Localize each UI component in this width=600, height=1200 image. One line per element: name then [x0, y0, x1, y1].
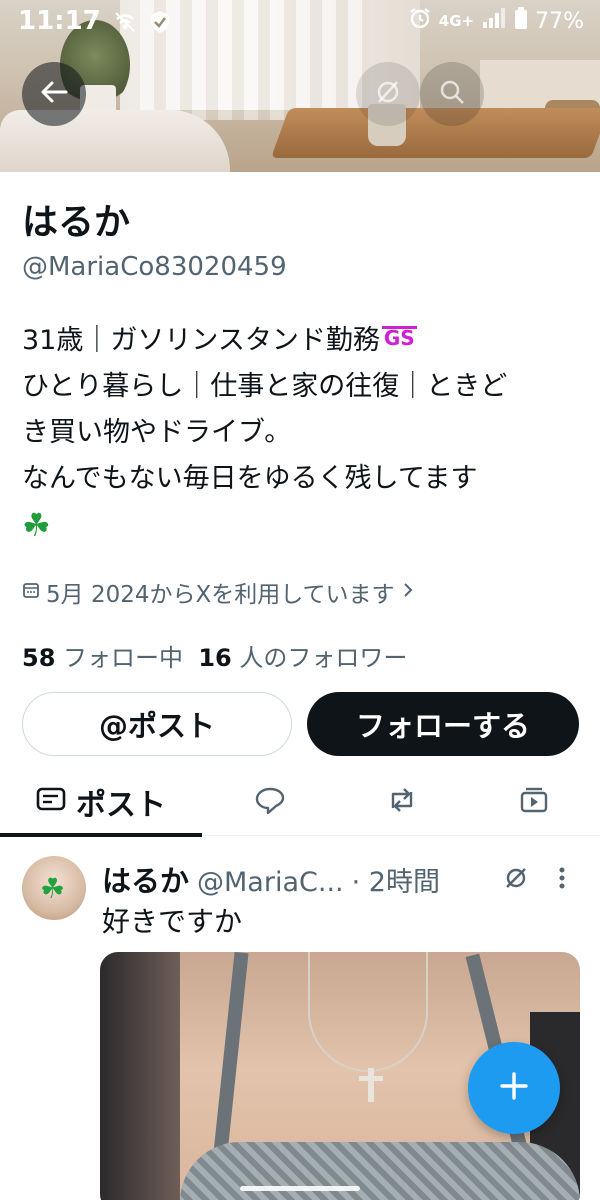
more-options-icon[interactable]	[556, 864, 568, 896]
grok-icon	[373, 77, 403, 111]
avatar-clover-icon: ☘	[40, 872, 66, 905]
tab-replies[interactable]	[230, 768, 310, 836]
status-right: 4G+ 77%	[408, 6, 584, 36]
battery-percent: 77%	[535, 8, 584, 34]
tweet-timestamp[interactable]: · 2時間	[352, 860, 440, 899]
media-icon	[519, 786, 549, 818]
calendar-icon	[22, 579, 40, 605]
mention-post-button[interactable]: @ポスト	[22, 692, 292, 756]
grok-button[interactable]	[356, 62, 420, 126]
profile-display-name: はるか	[22, 202, 131, 243]
followers-link[interactable]: 16 人のフォロワー	[198, 644, 407, 672]
clover-icon: ☘	[22, 506, 51, 544]
follow-stats: 58 フォロー中 16 人のフォロワー	[22, 638, 407, 673]
tweet-grok-icon[interactable]	[502, 864, 530, 896]
follow-button[interactable]: フォローする	[307, 692, 579, 756]
home-indicator[interactable]	[240, 1186, 360, 1191]
tweet-author-handle[interactable]: @MariaC...	[197, 867, 344, 898]
shield-icon	[148, 9, 172, 39]
reply-icon	[254, 785, 286, 819]
tweet-text: 好きですか	[102, 905, 243, 938]
status-bar: 11:17 4G+ 77%	[0, 0, 600, 44]
alarm-icon	[408, 6, 432, 36]
following-label: フォロー中	[63, 644, 184, 672]
posts-tab-icon	[36, 785, 66, 820]
wifi-calling-icon	[112, 9, 138, 39]
search-button[interactable]	[420, 62, 484, 126]
tab-media[interactable]	[494, 768, 574, 836]
profile-tabs: ポスト	[0, 768, 600, 837]
tab-posts[interactable]: ポスト	[0, 768, 202, 837]
media-pendant	[368, 1068, 374, 1102]
compose-fab-button[interactable]	[468, 1042, 560, 1134]
bio-line-1: 31歳｜ガソリンスタンド勤務 GS	[22, 318, 582, 364]
bio-line-4: なんでもない毎日をゆるく残してます	[22, 463, 478, 494]
joined-date[interactable]: 5月 2024からXを利用しています	[22, 575, 415, 609]
network-type: 4G+	[438, 12, 475, 30]
active-tab-indicator	[0, 833, 202, 837]
tab-reposts[interactable]	[362, 768, 442, 836]
media-necklace	[308, 952, 428, 1072]
arrow-left-icon	[39, 77, 69, 111]
bio-line-2: ひとり暮らし｜仕事と家の往復｜ときど	[22, 371, 508, 402]
bio-text-1: 31歳｜ガソリンスタンド勤務	[22, 325, 380, 356]
tab-posts-label: ポスト	[76, 788, 166, 823]
signal-icon	[481, 6, 507, 36]
media-pendant-bar	[359, 1076, 383, 1081]
chevron-right-icon	[401, 579, 415, 605]
plus-icon	[497, 1069, 531, 1107]
media-shadow-left	[100, 952, 180, 1200]
gs-icon: GS	[381, 326, 417, 350]
following-link[interactable]: 58 フォロー中	[22, 644, 183, 672]
repost-icon	[385, 786, 419, 818]
profile-handle: @MariaCo83020459	[22, 252, 287, 282]
battery-icon	[514, 6, 528, 36]
status-time: 11:17	[18, 6, 101, 36]
followers-label: 人のフォロワー	[239, 644, 408, 672]
back-button[interactable]	[22, 62, 86, 126]
following-count: 58	[22, 644, 56, 672]
followers-count: 16	[198, 644, 232, 672]
tweet-avatar[interactable]: ☘	[22, 856, 86, 920]
tweet-header: はるか @MariaC... · 2時間	[102, 858, 440, 900]
joined-text: 5月 2024からXを利用しています	[46, 582, 395, 608]
media-lace	[180, 1142, 580, 1200]
status-left-icons	[112, 9, 172, 39]
search-icon	[437, 77, 467, 111]
profile-bio: 31歳｜ガソリンスタンド勤務 GS ひとり暮らし｜仕事と家の往復｜ときど き買い物…	[22, 318, 582, 548]
tweet-author-name[interactable]: はるか	[102, 858, 189, 900]
bio-line-3: き買い物やドライブ。	[22, 417, 292, 448]
